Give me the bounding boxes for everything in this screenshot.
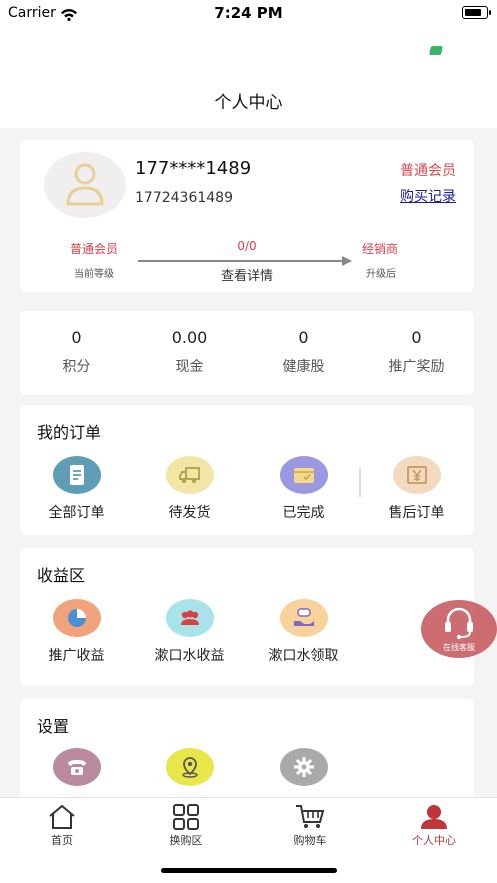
view-details-link[interactable]: 查看详情 [20, 265, 474, 284]
tab-label: 首页 [51, 834, 73, 847]
wallet-icon [279, 456, 328, 494]
stat-label: 积分 [62, 359, 91, 375]
promotion-income-button[interactable]: 推广收益 [20, 599, 133, 665]
location-pin-icon [165, 748, 214, 786]
person-icon [421, 805, 447, 829]
tab-label: 购物车 [293, 834, 327, 847]
order-label: 已完成 [282, 505, 325, 521]
online-service-label: 在线客服 [443, 643, 475, 652]
contact-phone-button[interactable] [20, 748, 133, 786]
home-icon [49, 804, 75, 829]
user-icon [66, 163, 104, 206]
telephone-icon [52, 748, 101, 786]
tab-label: 换购区 [169, 834, 203, 847]
level-progress: 0/0 [237, 239, 257, 253]
stats-card: 0 积分 0.00 现金 0 健康股 0 推广奖励 [20, 311, 474, 395]
home-indicator[interactable] [161, 868, 337, 873]
income-card: 收益区 推广收益 漱口水收益 漱口水领取 [20, 548, 474, 686]
gear-icon [279, 748, 328, 786]
tab-home[interactable]: 首页 [0, 804, 124, 848]
avatar[interactable] [44, 152, 126, 218]
section-title: 收益区 [37, 566, 86, 585]
stat-cash[interactable]: 0.00 现金 [133, 311, 246, 376]
after-sales-button[interactable]: 售后订单 [360, 456, 473, 522]
section-title: 我的订单 [37, 423, 102, 442]
next-level-caption: 升级后 [366, 269, 396, 280]
status-bar: Carrier 7:24 PM [0, 0, 497, 30]
profile-card: 177****1489 17724361489 普通会员 购买记录 普通会员 当… [20, 140, 474, 292]
users-icon [165, 599, 214, 637]
battery-icon [462, 6, 491, 19]
grid-icon [173, 804, 199, 830]
stat-value: 0 [298, 328, 309, 347]
order-label: 全部订单 [48, 505, 105, 521]
status-indicator-icon [429, 46, 443, 55]
income-label: 漱口水领取 [268, 648, 339, 664]
tab-cart[interactable]: 购物车 [248, 804, 372, 848]
purchase-history-link[interactable]: 购买记录 [400, 186, 456, 206]
document-icon [52, 456, 101, 494]
stat-value: 0 [71, 328, 82, 347]
settings-button[interactable] [247, 748, 360, 786]
stat-value: 0 [411, 328, 422, 347]
headset-icon [445, 607, 473, 640]
stat-value: 0.00 [171, 328, 208, 347]
phone-number: 17724361489 [135, 190, 233, 206]
phone-masked: 177****1489 [135, 158, 252, 179]
online-service-button[interactable]: 在线客服 [421, 600, 497, 658]
navigation-bar: 个人中心 [0, 30, 497, 128]
mouthwash-income-button[interactable]: 漱口水收益 [133, 599, 246, 665]
page-title: 个人中心 [214, 93, 283, 113]
tab-profile[interactable]: 个人中心 [372, 804, 496, 848]
cart-icon [296, 805, 325, 828]
clock: 7:24 PM [214, 4, 283, 22]
member-level-badge: 普通会员 [400, 163, 456, 179]
stat-label: 推广奖励 [388, 359, 445, 375]
tab-label: 个人中心 [412, 834, 456, 847]
orders-card: 我的订单 全部订单 待发货 已完成 售后订单 [20, 405, 474, 535]
order-label: 售后订单 [388, 505, 445, 521]
yen-box-icon [392, 456, 441, 494]
stat-health-shares[interactable]: 0 健康股 [247, 311, 360, 376]
upgrade-arrow [138, 256, 352, 266]
mouthwash-claim-button[interactable]: 漱口水领取 [247, 599, 360, 665]
order-label: 待发货 [168, 505, 211, 521]
stat-label: 现金 [175, 359, 204, 375]
stat-points[interactable]: 0 积分 [20, 311, 133, 376]
pie-chart-icon [52, 599, 101, 637]
stat-label: 健康股 [282, 359, 325, 375]
income-label: 推广收益 [48, 648, 105, 664]
next-level: 经销商 [362, 242, 399, 256]
section-title: 设置 [37, 717, 70, 736]
income-label: 漱口水收益 [154, 648, 225, 664]
tab-exchange[interactable]: 换购区 [124, 804, 248, 848]
pending-shipment-button[interactable]: 待发货 [133, 456, 246, 522]
stat-promotion-reward[interactable]: 0 推广奖励 [360, 311, 473, 376]
hand-gift-icon [279, 599, 328, 637]
address-button[interactable] [133, 748, 246, 786]
all-orders-button[interactable]: 全部订单 [20, 456, 133, 522]
truck-icon [165, 456, 214, 494]
completed-button[interactable]: 已完成 [247, 456, 360, 522]
